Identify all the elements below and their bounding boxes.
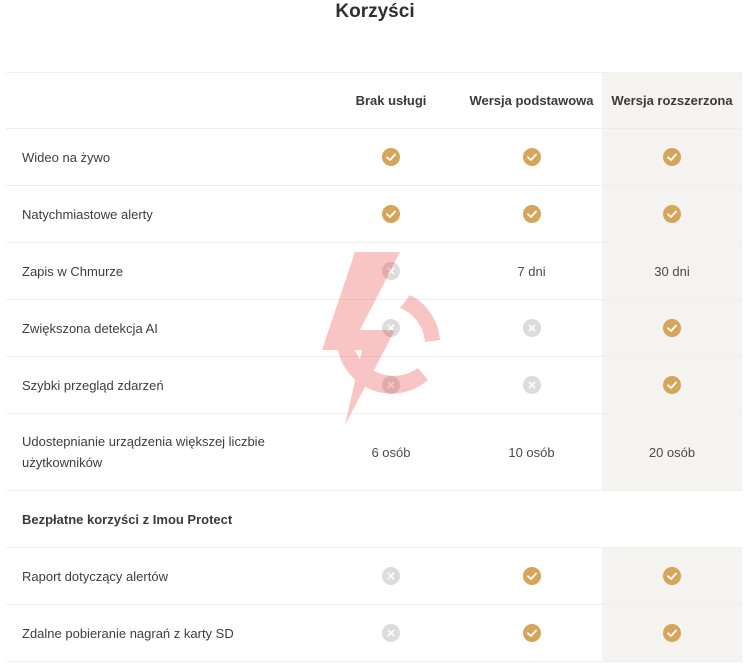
check-circle-icon	[522, 624, 541, 642]
cross-circle-icon	[382, 624, 400, 642]
section-header-row: Bezpłatne korzyści z Imou Protect	[6, 491, 742, 548]
feature-cell: Zwiększona detekcja AI	[6, 300, 321, 356]
value-cell	[602, 357, 742, 413]
value-cell	[461, 605, 602, 661]
check-circle-icon	[663, 376, 681, 394]
table-row: Zapis w Chmurze 7 dni 30 dni	[6, 243, 742, 300]
check-circle-icon	[663, 148, 681, 166]
value-text: 10 osób	[508, 444, 555, 460]
check-circle-icon	[382, 148, 400, 166]
value-cell	[602, 300, 742, 356]
value-text: 6 osób	[371, 444, 411, 460]
check-circle-icon	[522, 567, 541, 585]
table-row: Raport dotyczący alertów	[6, 548, 742, 605]
value-cell	[602, 186, 742, 242]
check-circle-icon	[663, 319, 681, 337]
section-title: Bezpłatne korzyści z Imou Protect	[22, 511, 233, 527]
value-cell	[321, 129, 461, 185]
value-cell: 7 dni	[461, 243, 602, 299]
check-circle-icon	[663, 624, 681, 642]
feature-label: Szybki przegląd zdarzeń	[22, 377, 164, 393]
value-cell	[321, 548, 461, 604]
value-cell	[321, 186, 461, 242]
feature-label: Natychmiastowe alerty	[22, 206, 153, 222]
table-body: Wideo na żywo Natychmiastowe alerty Zapis …	[6, 129, 742, 662]
table-header: Brak usługi Wersja podstawowa Wersja roz…	[6, 72, 742, 129]
column-label: Wersja podstawowa	[469, 93, 594, 108]
benefits-page: Korzyści Brak usługi Wersja podstawowa W…	[0, 0, 750, 667]
column-label: Brak usługi	[355, 93, 427, 108]
table-row: Zdalne pobieranie nagrań z karty SD	[6, 605, 742, 662]
feature-label: Wideo na żywo	[22, 149, 111, 165]
feature-cell: Natychmiastowe alerty	[6, 186, 321, 242]
value-cell	[461, 186, 602, 242]
cross-circle-icon	[522, 376, 541, 394]
cross-circle-icon	[522, 319, 541, 337]
check-circle-icon	[522, 205, 541, 223]
page-title: Korzyści	[335, 1, 415, 22]
value-cell	[321, 357, 461, 413]
feature-cell: Raport dotyczący alertów	[6, 548, 321, 604]
comparison-table: Brak usługi Wersja podstawowa Wersja roz…	[6, 72, 742, 662]
table-row: Udostepnianie urządzenia większej liczbi…	[6, 414, 742, 491]
cross-circle-icon	[382, 262, 400, 280]
value-cell	[602, 605, 742, 661]
value-cell	[321, 300, 461, 356]
value-text: 30 dni	[654, 263, 690, 279]
section-title-cell: Bezpłatne korzyści z Imou Protect	[6, 491, 321, 547]
empty-cell	[602, 491, 742, 547]
check-circle-icon	[663, 205, 681, 223]
feature-cell: Udostepnianie urządzenia większej liczbi…	[6, 414, 321, 490]
value-cell	[321, 605, 461, 661]
value-cell: 30 dni	[602, 243, 742, 299]
value-cell: 6 osób	[321, 414, 461, 490]
empty-cell	[321, 491, 461, 547]
feature-cell: Zdalne pobieranie nagrań z karty SD	[6, 605, 321, 661]
value-cell	[461, 129, 602, 185]
value-cell	[602, 548, 742, 604]
check-circle-icon	[382, 205, 400, 223]
value-text: 7 dni	[517, 263, 546, 279]
table-row: Szybki przegląd zdarzeń	[6, 357, 742, 414]
feature-label: Zapis w Chmurze	[22, 263, 124, 279]
cross-circle-icon	[382, 567, 400, 585]
value-cell	[321, 243, 461, 299]
empty-cell	[461, 491, 602, 547]
feature-label: Zdalne pobieranie nagrań z karty SD	[22, 625, 234, 641]
feature-cell: Wideo na żywo	[6, 129, 321, 185]
cross-circle-icon	[382, 376, 400, 394]
value-cell: 20 osób	[602, 414, 742, 490]
header-cell-empty	[6, 73, 321, 128]
value-cell	[461, 300, 602, 356]
feature-label: Raport dotyczący alertów	[22, 568, 168, 584]
feature-cell: Zapis w Chmurze	[6, 243, 321, 299]
header-cell-no-service: Brak usługi	[321, 73, 461, 128]
table-row: Zwiększona detekcja AI	[6, 300, 742, 357]
feature-cell: Szybki przegląd zdarzeń	[6, 357, 321, 413]
check-circle-icon	[663, 567, 681, 585]
header-cell-extended: Wersja rozszerzona	[602, 73, 742, 128]
value-cell: 10 osób	[461, 414, 602, 490]
feature-label: Zwiększona detekcja AI	[22, 320, 158, 336]
feature-label: Udostepnianie urządzenia większej liczbi…	[22, 434, 265, 470]
cross-circle-icon	[382, 319, 400, 337]
table-row: Wideo na żywo	[6, 129, 742, 186]
table-row: Natychmiastowe alerty	[6, 186, 742, 243]
value-cell	[461, 357, 602, 413]
value-cell	[602, 129, 742, 185]
value-text: 20 osób	[648, 444, 696, 460]
column-label: Wersja rozszerzona	[611, 93, 733, 108]
value-cell	[461, 548, 602, 604]
check-circle-icon	[522, 148, 541, 166]
header-cell-basic: Wersja podstawowa	[461, 73, 602, 128]
